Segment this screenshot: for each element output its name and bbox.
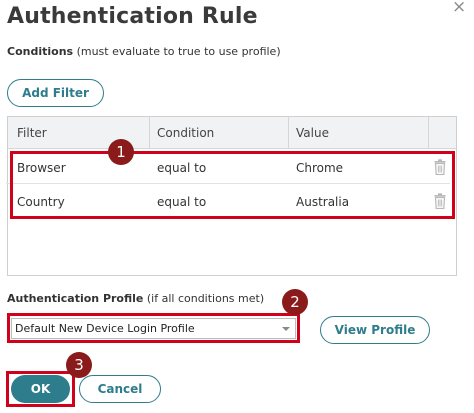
highlight-box-profile bbox=[7, 313, 300, 343]
step-badge-2: 2 bbox=[282, 289, 308, 315]
conditions-label: Conditions (must evaluate to true to use… bbox=[7, 45, 281, 58]
column-header-filter[interactable]: Filter bbox=[17, 126, 47, 140]
table-header: Filter Condition Value bbox=[8, 117, 456, 149]
highlight-box-rows bbox=[10, 151, 455, 219]
step-badge-3: 3 bbox=[66, 352, 92, 378]
step-badge-1: 1 bbox=[108, 139, 134, 165]
dialog-title: Authentication Rule bbox=[7, 4, 258, 29]
close-icon[interactable]: × bbox=[452, 0, 466, 17]
highlight-box-ok bbox=[6, 371, 75, 407]
column-header-condition[interactable]: Condition bbox=[157, 126, 214, 140]
view-profile-button[interactable]: View Profile bbox=[320, 316, 430, 344]
column-divider bbox=[149, 117, 150, 149]
column-header-value[interactable]: Value bbox=[296, 126, 329, 140]
column-divider bbox=[288, 117, 289, 149]
cancel-button[interactable]: Cancel bbox=[79, 375, 161, 403]
auth-profile-title: Authentication Profile bbox=[7, 292, 144, 305]
column-divider bbox=[428, 117, 429, 149]
add-filter-button[interactable]: Add Filter bbox=[7, 79, 104, 107]
auth-profile-label: Authentication Profile (if all condition… bbox=[7, 292, 264, 305]
auth-profile-hint: (if all conditions met) bbox=[143, 292, 265, 305]
conditions-hint: (must evaluate to true to use profile) bbox=[73, 45, 281, 58]
conditions-title: Conditions bbox=[7, 45, 74, 58]
